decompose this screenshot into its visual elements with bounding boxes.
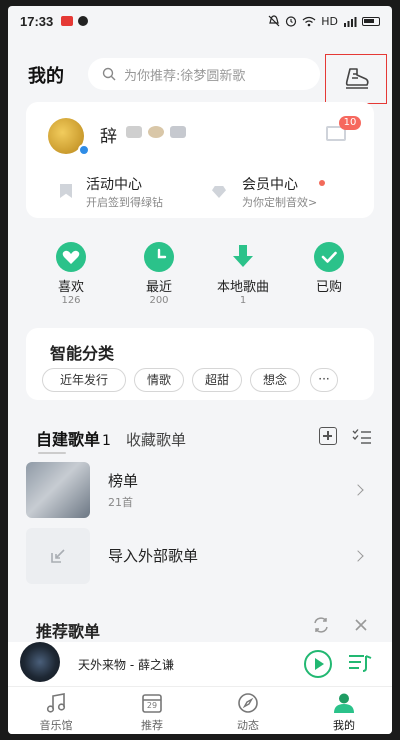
quick-action-purchased[interactable]: 已购	[294, 242, 364, 295]
activity-center-title[interactable]: 活动中心	[86, 174, 142, 194]
network-type: HD	[321, 14, 338, 28]
member-center-title[interactable]: 会员中心	[242, 174, 298, 194]
signal-icon	[344, 16, 357, 27]
notification-app-icon	[61, 16, 74, 26]
mute-icon	[268, 15, 280, 27]
mini-player[interactable]: 天外来物 - 薛之谦	[8, 642, 392, 686]
username[interactable]: 辞	[100, 122, 117, 147]
heart-icon	[56, 242, 86, 272]
category-chip[interactable]: 近年发行	[42, 368, 126, 392]
skin-button[interactable]	[325, 54, 387, 104]
tab-created-playlists[interactable]: 自建歌单 1	[36, 430, 111, 449]
quick-action-count: 1	[239, 295, 247, 306]
vip-badge-icon[interactable]	[148, 126, 164, 138]
header: 我的 为你推荐:徐梦圆新歌	[8, 54, 392, 104]
quick-action-like[interactable]: 喜欢 126	[36, 242, 106, 306]
status-bar: 17:33 HD	[8, 6, 392, 36]
play-icon[interactable]	[304, 650, 332, 678]
tab-indicator	[38, 452, 66, 454]
chevron-right-icon	[352, 484, 364, 496]
quick-action-count: 200	[149, 295, 169, 306]
music-note-icon	[46, 693, 66, 713]
user-icon	[334, 693, 354, 713]
wifi-icon	[302, 16, 316, 26]
profile-card	[26, 102, 374, 218]
playlist-count: 21首	[108, 496, 133, 509]
quick-action-recent[interactable]: 最近 200	[124, 242, 194, 306]
category-chip[interactable]: 想念	[250, 368, 300, 392]
import-cover	[26, 528, 90, 584]
tab-collected-playlists[interactable]: 收藏歌单	[126, 431, 186, 449]
quick-action-label: 已购	[315, 280, 342, 295]
album-art[interactable]	[20, 642, 60, 682]
quick-action-label: 最近	[145, 280, 172, 295]
clock-icon	[144, 242, 174, 272]
status-right: HD	[268, 15, 380, 28]
tab-label: 音乐馆	[39, 719, 73, 732]
playlist-name: 导入外部歌单	[108, 547, 199, 565]
quick-action-count: 126	[61, 295, 81, 306]
phone-screen: 17:33 HD 我的 为你推荐:徐梦圆新歌 辞 10 活动中心 开启签到得绿钻…	[8, 6, 392, 734]
smart-category-title: 智能分类	[50, 344, 115, 363]
tab-feed[interactable]: 动态	[200, 687, 296, 734]
download-icon	[228, 242, 258, 272]
close-icon[interactable]	[354, 618, 368, 632]
tab-count: 1	[102, 433, 111, 449]
tab-label: 推荐	[141, 719, 163, 732]
tab-label: 我的	[333, 719, 355, 732]
playlist-tabs: 自建歌单 1 收藏歌单	[36, 426, 186, 450]
more-categories-button[interactable]: ···	[310, 368, 338, 392]
clothes-icon	[345, 68, 369, 89]
quick-action-local[interactable]: 本地歌曲 1	[208, 242, 278, 306]
now-playing-title[interactable]: 天外来物 - 薛之谦	[78, 656, 174, 673]
category-chip[interactable]: 超甜	[192, 368, 242, 392]
playlist-name: 榜单	[108, 472, 139, 490]
member-center-subtitle[interactable]: 为你定制音效>	[242, 194, 317, 210]
battery-icon	[362, 16, 380, 26]
playlist-cover	[26, 462, 90, 518]
new-dot-badge	[319, 180, 325, 186]
quick-action-label: 本地歌曲	[216, 280, 269, 295]
tab-label: 自建歌单	[36, 430, 101, 449]
quick-action-label: 喜欢	[57, 280, 84, 295]
tab-music-hall[interactable]: 音乐馆	[8, 687, 104, 734]
tab-label: 动态	[237, 719, 259, 732]
message-count-badge: 10	[339, 116, 361, 130]
import-icon	[51, 549, 65, 563]
tab-mine[interactable]: 我的	[296, 687, 392, 734]
alarm-icon	[286, 16, 297, 27]
recommended-title: 推荐歌单	[36, 622, 101, 641]
search-placeholder: 为你推荐:徐梦圆新歌	[124, 68, 246, 84]
add-playlist-icon[interactable]	[319, 427, 337, 445]
member-badge-icon[interactable]	[170, 126, 186, 138]
compass-icon	[238, 693, 258, 713]
refresh-icon[interactable]	[312, 616, 330, 634]
check-icon	[314, 242, 344, 272]
chevron-right-icon	[352, 550, 364, 562]
level-badge-icon[interactable]	[126, 126, 142, 138]
activity-center-subtitle[interactable]: 开启签到得绿钻	[86, 194, 163, 210]
search-input[interactable]: 为你推荐:徐梦圆新歌	[88, 58, 320, 90]
page-title: 我的	[28, 66, 64, 87]
tab-recommend[interactable]: 29 推荐	[104, 687, 200, 734]
search-icon	[102, 67, 116, 81]
notification-dot-icon	[78, 16, 89, 26]
playlist-queue-icon[interactable]	[348, 653, 372, 673]
status-time: 17:33	[20, 13, 54, 29]
bottom-tab-bar: 音乐馆 29 推荐 动态 我的	[8, 686, 392, 734]
avatar-badge-icon	[78, 144, 90, 156]
manage-list-icon[interactable]	[352, 429, 372, 445]
category-chip[interactable]: 情歌	[134, 368, 184, 392]
calendar-date: 29	[146, 701, 158, 710]
